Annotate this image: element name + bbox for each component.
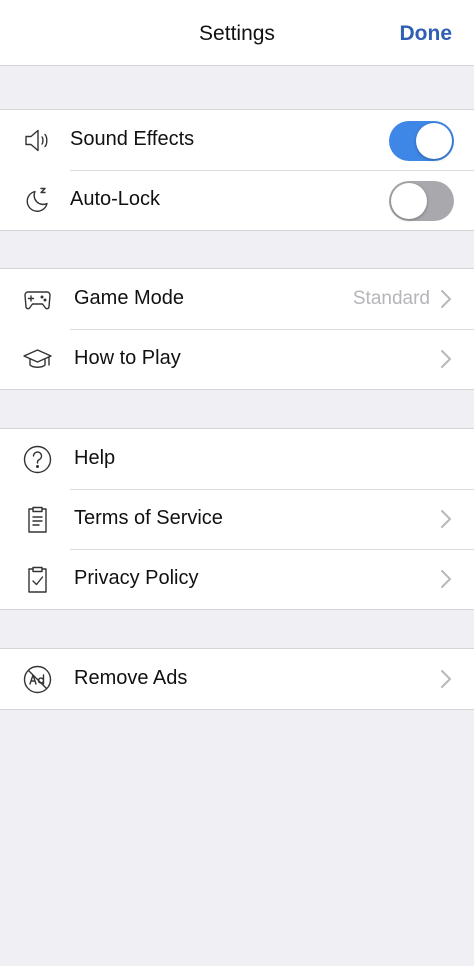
auto-lock-row: Auto-Lock bbox=[0, 170, 474, 230]
game-mode-label: Game Mode bbox=[74, 287, 185, 309]
help-row[interactable]: Help bbox=[0, 429, 474, 489]
chevron-right-icon bbox=[440, 349, 452, 369]
help-label: Help bbox=[74, 447, 116, 469]
toggle-knob bbox=[391, 183, 427, 219]
game-mode-row[interactable]: Game Mode Standard bbox=[0, 269, 474, 329]
clipboard-check-icon bbox=[22, 564, 53, 595]
graduation-cap-icon bbox=[22, 344, 53, 375]
nav-bar: Settings Done bbox=[0, 0, 474, 66]
group-game: Game Mode Standard How to Play bbox=[0, 268, 474, 390]
sound-effects-toggle[interactable] bbox=[389, 121, 454, 161]
remove-ads-row[interactable]: Remove Ads bbox=[0, 649, 474, 709]
sound-effects-row: Sound Effects bbox=[0, 110, 474, 170]
gamepad-icon bbox=[22, 284, 53, 315]
group-ads: Remove Ads bbox=[0, 648, 474, 710]
toggle-knob bbox=[416, 123, 452, 159]
privacy-label: Privacy Policy bbox=[74, 567, 199, 589]
how-to-play-row[interactable]: How to Play bbox=[0, 329, 474, 389]
group-sound: Sound Effects Auto-Lock bbox=[0, 109, 474, 231]
how-to-play-label: How to Play bbox=[74, 347, 181, 369]
auto-lock-label: Auto-Lock bbox=[70, 188, 161, 210]
terms-label: Terms of Service bbox=[74, 507, 223, 529]
sound-effects-label: Sound Effects bbox=[70, 128, 195, 150]
chevron-right-icon bbox=[440, 289, 452, 309]
remove-ads-label: Remove Ads bbox=[74, 667, 188, 689]
chevron-right-icon bbox=[440, 569, 452, 589]
group-info: Help Terms of Service Privacy Policy bbox=[0, 428, 474, 610]
speaker-icon bbox=[22, 125, 53, 156]
no-ads-icon bbox=[22, 664, 53, 695]
done-button[interactable]: Done bbox=[400, 22, 453, 46]
game-mode-value: Standard bbox=[352, 288, 430, 309]
question-circle-icon bbox=[22, 444, 53, 475]
terms-row[interactable]: Terms of Service bbox=[0, 489, 474, 549]
moon-icon bbox=[22, 185, 53, 216]
privacy-row[interactable]: Privacy Policy bbox=[0, 549, 474, 609]
chevron-right-icon bbox=[440, 509, 452, 529]
clipboard-list-icon bbox=[22, 504, 53, 535]
auto-lock-toggle[interactable] bbox=[389, 181, 454, 221]
chevron-right-icon bbox=[440, 669, 452, 689]
